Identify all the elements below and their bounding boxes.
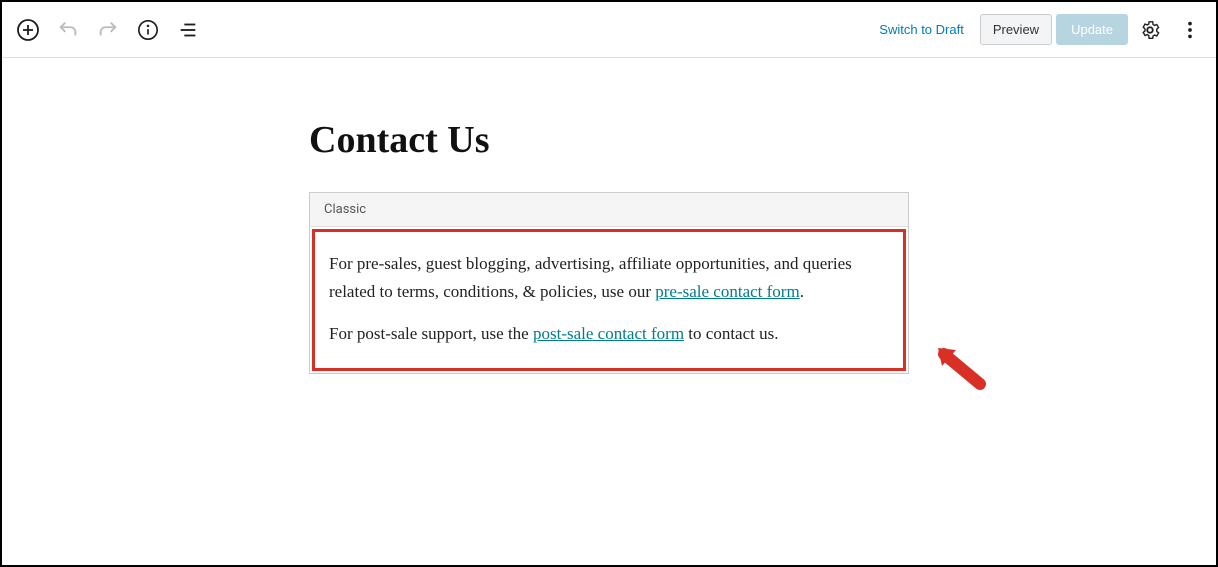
switch-to-draft-button[interactable]: Switch to Draft [867,14,976,45]
update-button[interactable]: Update [1056,14,1128,45]
redo-button[interactable] [90,12,126,48]
paragraph-2-text: For post-sale support, use the [329,324,533,343]
plus-circle-icon [16,18,40,42]
pre-sale-contact-link[interactable]: pre-sale contact form [655,282,799,301]
outline-button[interactable] [170,12,206,48]
paragraph-1-end: . [800,282,804,301]
more-options-button[interactable] [1172,12,1208,48]
undo-icon [57,19,79,41]
info-icon [137,19,159,41]
redo-icon [97,19,119,41]
toolbar-right: Switch to Draft Preview Update [867,12,1208,48]
add-block-button[interactable] [10,12,46,48]
outline-icon [177,19,199,41]
classic-block-header: Classic [310,193,908,227]
paragraph-2[interactable]: For post-sale support, use the post-sale… [329,320,889,348]
more-vertical-icon [1179,19,1201,41]
classic-block[interactable]: Classic For pre-sales, guest blogging, a… [309,192,909,374]
page-title[interactable]: Contact Us [309,118,909,162]
editor-toolbar: Switch to Draft Preview Update [2,2,1216,58]
editor-content-area: Contact Us Classic For pre-sales, guest … [2,58,1216,374]
gear-icon [1139,19,1161,41]
content-inner: Contact Us Classic For pre-sales, guest … [309,118,909,374]
settings-button[interactable] [1132,12,1168,48]
classic-block-body[interactable]: For pre-sales, guest blogging, advertisi… [312,229,906,371]
paragraph-1[interactable]: For pre-sales, guest blogging, advertisi… [329,250,889,306]
preview-button[interactable]: Preview [980,14,1052,45]
undo-button[interactable] [50,12,86,48]
post-sale-contact-link[interactable]: post-sale contact form [533,324,684,343]
info-button[interactable] [130,12,166,48]
toolbar-left [10,12,206,48]
paragraph-2-end: to contact us. [684,324,778,343]
